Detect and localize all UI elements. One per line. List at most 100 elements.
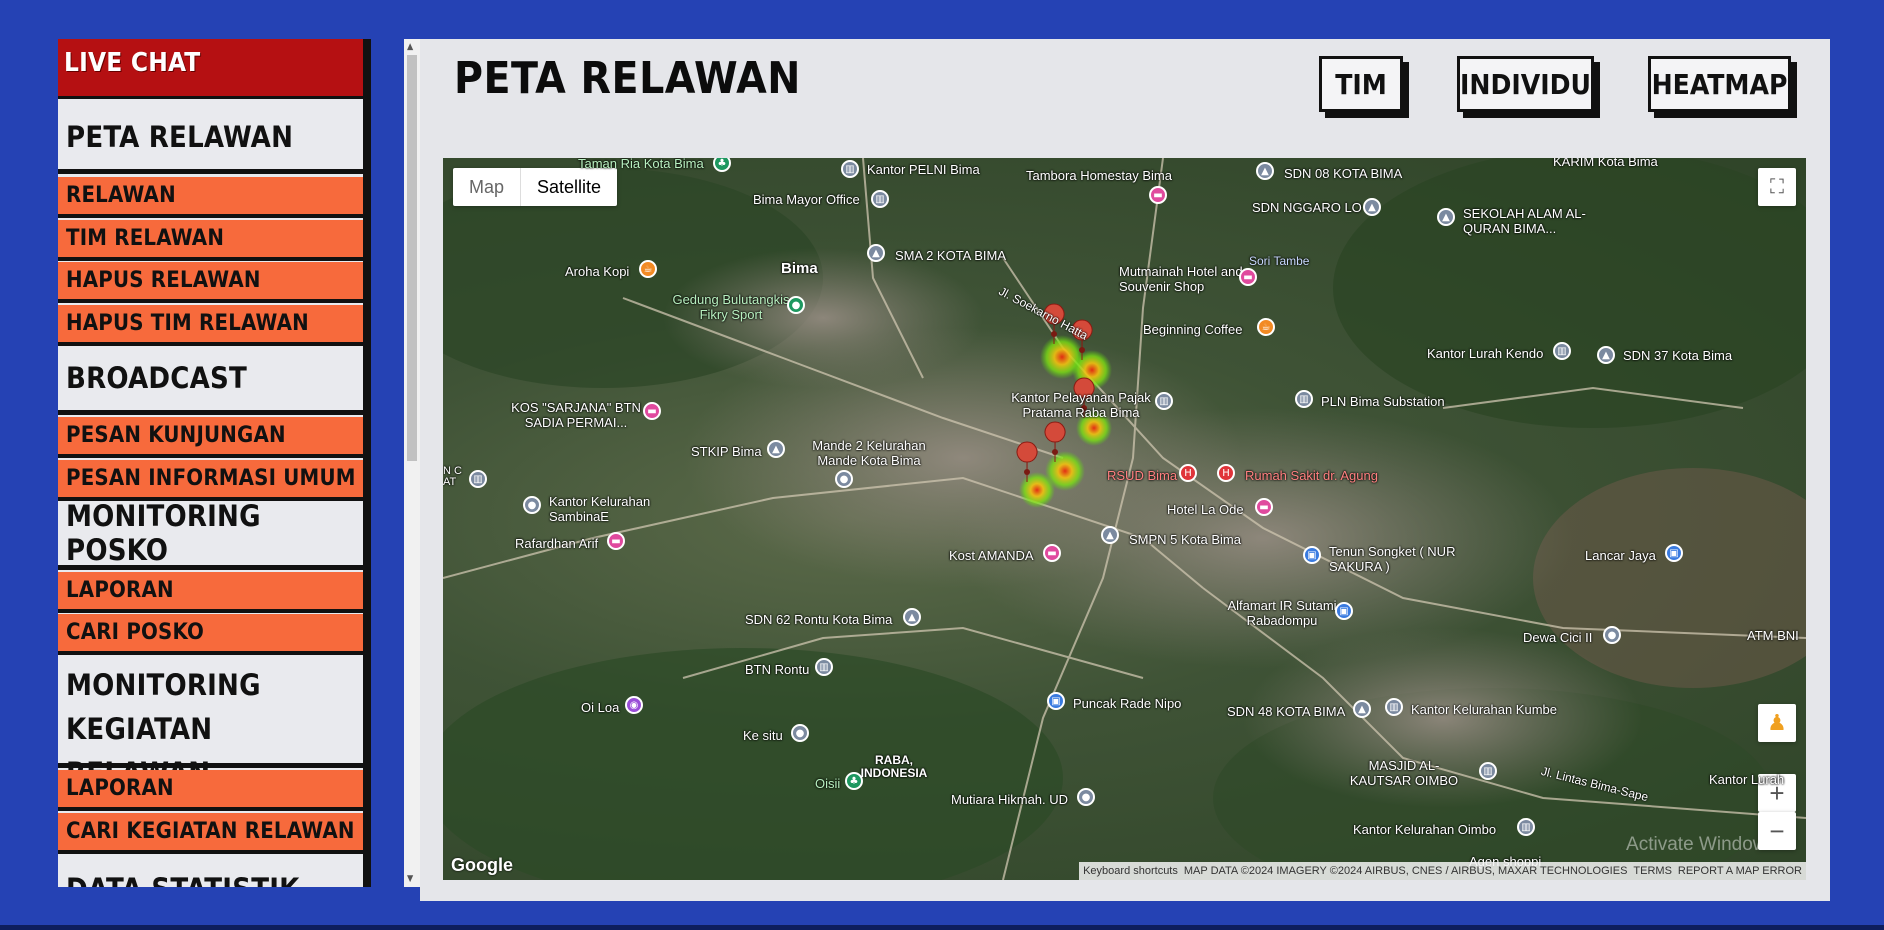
google-logo[interactable]: Google xyxy=(451,855,513,876)
terms-link[interactable]: TERMS xyxy=(1633,865,1672,877)
map-label[interactable]: SDN 62 Rontu Kota Bima xyxy=(745,612,892,627)
park-icon[interactable]: ♣ xyxy=(845,772,863,790)
individu-button[interactable]: INDIVIDU xyxy=(1457,56,1594,112)
sidebar-item-live-chat[interactable]: LIVE CHAT xyxy=(58,39,363,99)
hotel-icon[interactable]: ▬ xyxy=(1239,268,1257,286)
map-label[interactable]: N C AT xyxy=(443,466,467,488)
map-label[interactable]: Dewa Cici II xyxy=(1523,630,1592,645)
scroll-down-icon[interactable]: ▼ xyxy=(407,874,413,884)
heatmap-button[interactable]: HEATMAP xyxy=(1648,56,1791,112)
map-label[interactable]: MASJID AL-KAUTSAR OIMBO xyxy=(1339,758,1469,788)
map-label[interactable]: Kantor Lurah Kendo xyxy=(1427,346,1543,361)
sidebar-item-laporan-kegiatan[interactable]: LAPORAN xyxy=(58,770,363,811)
map-label[interactable]: Beginning Coffee xyxy=(1143,322,1243,337)
office-icon[interactable]: ▥ xyxy=(841,160,859,178)
shop-icon[interactable]: ▣ xyxy=(1665,544,1683,562)
sidebar-item-peta-relawan[interactable]: PETA RELAWAN xyxy=(58,105,363,174)
school-icon[interactable]: ▲ xyxy=(767,440,785,458)
mosque-icon[interactable]: ▥ xyxy=(1479,762,1497,780)
map-label[interactable]: Bima xyxy=(781,260,818,277)
map-label[interactable]: Oi Loa xyxy=(581,700,619,715)
map-type-map-button[interactable]: Map xyxy=(453,168,520,206)
sports-icon[interactable]: ● xyxy=(787,296,805,314)
sidebar-item-laporan-posko[interactable]: LAPORAN xyxy=(58,572,363,613)
map-label[interactable]: Lancar Jaya xyxy=(1585,548,1656,563)
cafe-icon[interactable]: ☕ xyxy=(1257,318,1275,336)
map-label[interactable]: ATM BNI xyxy=(1747,628,1799,643)
office-icon[interactable]: ▥ xyxy=(1295,390,1313,408)
sidebar-item-cari-posko[interactable]: CARI POSKO xyxy=(58,614,363,655)
place-icon[interactable]: ● xyxy=(791,724,809,742)
shop-icon[interactable]: ▣ xyxy=(1335,602,1353,620)
school-icon[interactable]: ▲ xyxy=(1597,346,1615,364)
keyboard-shortcuts-link[interactable]: Keyboard shortcuts xyxy=(1083,865,1178,877)
sidebar-item-data-statistik[interactable]: DATA STATISTIK xyxy=(58,856,363,887)
school-icon[interactable]: ▲ xyxy=(1101,526,1119,544)
report-error-link[interactable]: REPORT A MAP ERROR xyxy=(1678,865,1802,877)
scrollbar[interactable]: ▲ ▼ xyxy=(404,39,420,887)
shop-icon[interactable]: ▣ xyxy=(1047,692,1065,710)
map-label[interactable]: Mutiara Hikmah. UD xyxy=(951,792,1068,807)
shop-icon[interactable]: ▣ xyxy=(1303,546,1321,564)
pegman-icon[interactable]: ♟ xyxy=(1758,704,1796,742)
hotel-icon[interactable]: ▬ xyxy=(1043,544,1061,562)
map-label[interactable]: RSUD Bima xyxy=(1107,468,1177,483)
map-label[interactable]: Alfamart IR Sutami Rabadompu xyxy=(1217,598,1347,628)
map-label[interactable]: Kantor Pelayanan Pajak Pratama Raba Bima xyxy=(1001,390,1161,420)
map-label[interactable]: SEKOLAH ALAM AL-QURAN BIMA... xyxy=(1463,206,1603,236)
map-label[interactable]: BTN Rontu xyxy=(745,662,809,677)
map-label[interactable]: Bima Mayor Office xyxy=(753,192,860,207)
school-icon[interactable]: ▲ xyxy=(1437,208,1455,226)
map-label[interactable]: Rafardhan Arif xyxy=(515,536,598,551)
map-label[interactable]: Gedung Bulutangkis Fikry Sport xyxy=(661,292,801,322)
map-label[interactable]: Tambora Homestay Bima xyxy=(1026,168,1172,183)
map-label[interactable]: Kantor Kelurahan SambinaE xyxy=(549,494,679,524)
school-icon[interactable]: ▲ xyxy=(1256,162,1274,180)
map-label[interactable]: Aroha Kopi xyxy=(565,264,629,279)
map-label[interactable]: Kost AMANDA xyxy=(949,548,1034,563)
office-icon[interactable]: ▥ xyxy=(871,190,889,208)
office-icon[interactable]: ▥ xyxy=(1155,392,1173,410)
place-icon[interactable]: ● xyxy=(523,496,541,514)
hotel-icon[interactable]: ▬ xyxy=(643,402,661,420)
hospital-icon[interactable]: H xyxy=(1179,464,1197,482)
hospital-icon[interactable]: H xyxy=(1217,464,1235,482)
office-icon[interactable]: ▥ xyxy=(1385,698,1403,716)
office-icon[interactable]: ▥ xyxy=(1553,342,1571,360)
map-label[interactable]: SDN 48 KOTA BIMA xyxy=(1227,704,1345,719)
sidebar-item-pesan-kunjungan[interactable]: PESAN KUNJUNGAN xyxy=(58,417,363,458)
scrollbar-thumb[interactable] xyxy=(407,55,417,461)
place-icon[interactable]: ● xyxy=(1077,788,1095,806)
sidebar-item-monitoring-kegiatan[interactable]: MONITORING KEGIATAN RELAWAN xyxy=(58,655,363,790)
school-icon[interactable]: ▲ xyxy=(1353,700,1371,718)
map-label[interactable]: STKIP Bima xyxy=(691,444,762,459)
place-icon[interactable]: ● xyxy=(835,470,853,488)
sidebar-item-hapus-relawan[interactable]: HAPUS RELAWAN xyxy=(58,262,363,303)
map-label[interactable]: PLN Bima Substation xyxy=(1321,394,1445,409)
office-icon[interactable]: ▥ xyxy=(815,658,833,676)
map-label[interactable]: Rumah Sakit dr. Agung xyxy=(1245,468,1378,483)
map-label[interactable]: Kantor Kelurahan Kumbe xyxy=(1411,702,1557,717)
map-label[interactable]: SDN NGGARO LO xyxy=(1252,200,1362,215)
map-label[interactable]: KOS "SARJANA" BTN SADIA PERMAI... xyxy=(501,400,651,430)
sidebar-item-pesan-informasi-umum[interactable]: PESAN INFORMASI UMUM xyxy=(58,460,363,501)
school-icon[interactable]: ▲ xyxy=(903,608,921,626)
map-label[interactable]: Mande 2 Kelurahan Mande Kota Bima xyxy=(799,438,939,468)
map-label[interactable]: Kantor Lurah xyxy=(1709,772,1784,787)
fullscreen-icon[interactable]: ⛶ xyxy=(1758,168,1796,206)
map-type-satellite-button[interactable]: Satellite xyxy=(520,168,617,206)
place-icon[interactable]: ● xyxy=(1603,626,1621,644)
satellite-map[interactable]: Map Satellite ⛶ ♟ + − Taman Ria Kota Bim… xyxy=(443,158,1806,880)
map-label[interactable]: SDN 08 KOTA BIMA xyxy=(1284,166,1402,181)
map-label[interactable]: Oisii xyxy=(815,776,840,791)
map-label[interactable]: Ke situ xyxy=(743,728,783,743)
map-label[interactable]: Taman Ria Kota Bima xyxy=(578,158,704,171)
sidebar-item-relawan[interactable]: RELAWAN xyxy=(58,177,363,218)
office-icon[interactable]: ▥ xyxy=(1517,818,1535,836)
school-icon[interactable]: ▲ xyxy=(1363,198,1381,216)
hotel-icon[interactable]: ▬ xyxy=(607,532,625,550)
hotel-icon[interactable]: ▬ xyxy=(1255,498,1273,516)
map-label[interactable]: SDN 37 Kota Bima xyxy=(1623,348,1732,363)
sidebar-item-hapus-tim-relawan[interactable]: HAPUS TIM RELAWAN xyxy=(58,305,363,346)
hotel-icon[interactable]: ▬ xyxy=(1149,186,1167,204)
